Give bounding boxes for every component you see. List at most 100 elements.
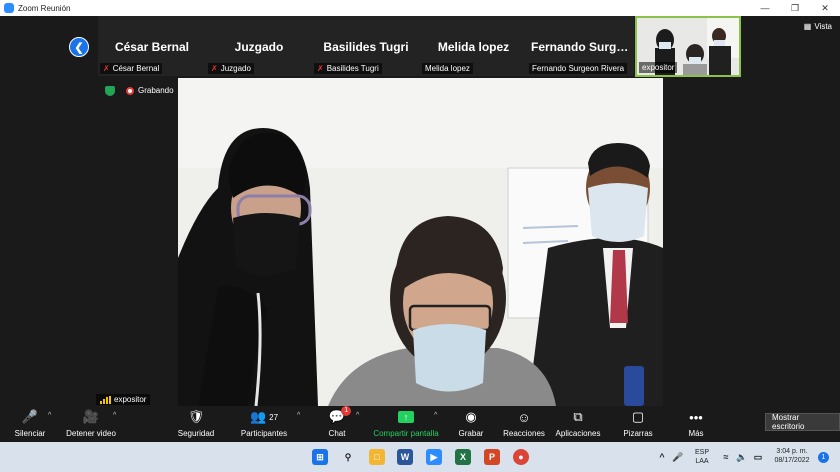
chat-options-caret[interactable]: ^ bbox=[356, 412, 359, 419]
windows-start-icon[interactable]: ⊞ bbox=[312, 449, 328, 465]
participants-icon-group: 👥 27 bbox=[250, 408, 278, 426]
ellipsis-icon: ••• bbox=[689, 409, 703, 425]
share-screen-label: Compartir pantalla bbox=[373, 429, 439, 438]
mic-muted-icon: ✗ bbox=[103, 64, 110, 73]
battery-icon[interactable]: ▭ bbox=[750, 449, 766, 465]
smiley-icon: ☺ bbox=[517, 409, 531, 425]
record-label: Grabar bbox=[458, 429, 484, 438]
participant-name-label: ✗ César Bernal bbox=[100, 63, 163, 74]
participant-name-text: Fernando Surgeon Rivera bbox=[532, 64, 625, 73]
speaker-video-tile[interactable]: expositor bbox=[635, 16, 741, 77]
zoom-taskbar-icon[interactable]: ▶ bbox=[426, 449, 442, 465]
minimize-button[interactable]: — bbox=[750, 0, 780, 16]
security-label: Seguridad bbox=[177, 429, 215, 438]
participant-name-label: ✗ Basilides Tugri bbox=[314, 63, 382, 74]
apps-icon: ⧉ bbox=[573, 409, 583, 424]
active-speaker-name: expositor bbox=[114, 395, 147, 404]
recording-label: Grabando bbox=[138, 86, 174, 95]
participant-tile[interactable]: Melida lopez Melida lopez bbox=[420, 16, 527, 76]
clock-date: 08/17/2022 bbox=[774, 457, 810, 464]
word-icon[interactable]: W bbox=[397, 449, 413, 465]
participant-tile[interactable]: Fernando Surge... Fernando Surgeon River… bbox=[527, 16, 634, 76]
tray-mic-icon[interactable]: 🎤 bbox=[670, 449, 686, 465]
window-title: Zoom Reunión bbox=[18, 3, 71, 13]
speaker-tile-name: expositor bbox=[639, 62, 678, 73]
participant-name-label: ✗ Juzgado bbox=[208, 63, 254, 74]
participant-strip: ❮ César Bernal ✗ César Bernal Juzgado ✗ … bbox=[0, 16, 840, 78]
language-code: ESP bbox=[694, 449, 709, 456]
stop-video-label: Detener video bbox=[66, 429, 116, 438]
strip-back-button[interactable]: ❮ bbox=[69, 37, 89, 57]
participant-name-label: Melida lopez bbox=[422, 63, 473, 74]
search-icon[interactable]: ⚲ bbox=[340, 449, 356, 465]
participant-name-label: Fernando Surgeon Rivera bbox=[529, 63, 628, 74]
show-desktop-button[interactable]: Mostrar escritorio bbox=[765, 413, 840, 431]
clock-time: 3:04 p. m. bbox=[776, 448, 808, 455]
participant-display-name: César Bernal bbox=[114, 40, 190, 54]
participant-tile[interactable]: César Bernal ✗ César Bernal bbox=[98, 16, 206, 76]
zoom-window: Zoom Reunión — ❐ ✕ ❮ César Bernal ✗ Césa… bbox=[0, 0, 840, 472]
share-screen-icon: ↑ bbox=[398, 411, 414, 423]
language-indicator[interactable]: ESP LAA bbox=[692, 448, 712, 466]
recording-indicator[interactable]: Grabando bbox=[126, 86, 174, 95]
mic-muted-icon: ✗ bbox=[211, 64, 218, 73]
chat-unread-badge: 1 bbox=[341, 406, 352, 416]
chat-bubble-icon: 💬 1 bbox=[329, 406, 352, 426]
record-icon: ◉ bbox=[465, 409, 477, 424]
signal-strength-icon bbox=[100, 395, 111, 404]
clock[interactable]: 3:04 p. m. 08/17/2022 bbox=[768, 447, 816, 465]
participant-name-text: Juzgado bbox=[220, 64, 251, 73]
participants-count: 27 bbox=[269, 412, 279, 422]
view-button-label: Vista bbox=[814, 22, 832, 31]
active-speaker-video bbox=[178, 78, 663, 406]
windows-taskbar: ⊞ ⚲ □ W ▶ X P ● ^ 🎤 ESP LAA ≈ 🔈 ▭ 3:04 p… bbox=[0, 442, 840, 472]
active-speaker-label: expositor bbox=[96, 394, 151, 405]
chat-button[interactable]: 💬 1 Chat bbox=[297, 406, 377, 438]
volume-icon[interactable]: 🔈 bbox=[734, 449, 750, 465]
title-bar: Zoom Reunión — ❐ ✕ bbox=[0, 0, 840, 16]
share-icon-wrap: ↑ bbox=[398, 408, 414, 426]
mic-muted-icon: ✗ bbox=[317, 64, 324, 73]
close-button[interactable]: ✕ bbox=[810, 0, 840, 16]
chat-label: Chat bbox=[328, 429, 346, 438]
participant-tile[interactable]: Basilides Tugri ✗ Basilides Tugri bbox=[312, 16, 420, 76]
encryption-shield-icon[interactable] bbox=[105, 86, 115, 96]
shield-icon: 🛡 bbox=[187, 409, 205, 424]
maximize-button[interactable]: ❐ bbox=[780, 0, 810, 16]
whiteboards-label: Pizarras bbox=[623, 429, 653, 438]
notification-badge[interactable]: 1 bbox=[818, 452, 829, 463]
video-options-caret[interactable]: ^ bbox=[113, 412, 116, 419]
participant-tile[interactable]: Juzgado ✗ Juzgado bbox=[206, 16, 312, 76]
participant-display-name: Basilides Tugri bbox=[323, 40, 409, 54]
participant-display-name: Fernando Surge... bbox=[531, 40, 634, 54]
participant-name-text: César Bernal bbox=[112, 64, 160, 73]
powerpoint-icon[interactable]: P bbox=[484, 449, 500, 465]
more-label: Más bbox=[688, 429, 704, 438]
view-button[interactable]: ▦ Vista bbox=[804, 22, 832, 31]
participant-display-name: Melida lopez bbox=[437, 40, 510, 54]
participant-name-text: Basilides Tugri bbox=[326, 64, 379, 73]
participant-name-text: Melida lopez bbox=[425, 64, 470, 73]
stop-video-button[interactable]: 🎥 Detener video bbox=[51, 408, 131, 438]
more-button[interactable]: ••• Más bbox=[656, 408, 736, 439]
zoom-app-icon bbox=[4, 3, 14, 13]
speaker-video-image bbox=[178, 78, 663, 406]
wifi-icon[interactable]: ≈ bbox=[718, 449, 734, 465]
grid-icon: ▦ bbox=[803, 22, 812, 31]
participant-display-name: Juzgado bbox=[234, 40, 284, 54]
tray-chevron-icon[interactable]: ^ bbox=[654, 449, 670, 465]
participants-label: Participantes bbox=[240, 429, 288, 438]
mute-label: Silenciar bbox=[14, 429, 46, 438]
chevron-left-icon: ❮ bbox=[74, 41, 84, 54]
excel-icon[interactable]: X bbox=[455, 449, 471, 465]
record-dot-icon bbox=[126, 86, 134, 95]
participants-button[interactable]: 👥 27 Participantes bbox=[224, 408, 304, 438]
meeting-controls: 🎤 Silenciar ^ 🎥 Detener video ^ 🛡 Seguri… bbox=[0, 406, 840, 442]
video-camera-icon: 🎥 bbox=[82, 409, 100, 424]
chrome-icon[interactable]: ● bbox=[513, 449, 529, 465]
apps-label: Aplicaciones bbox=[555, 429, 601, 438]
microphone-icon: 🎤 bbox=[21, 409, 39, 424]
people-icon: 👥 bbox=[249, 409, 267, 424]
whiteboard-icon: ▢ bbox=[631, 409, 645, 424]
file-explorer-icon[interactable]: □ bbox=[369, 449, 385, 465]
